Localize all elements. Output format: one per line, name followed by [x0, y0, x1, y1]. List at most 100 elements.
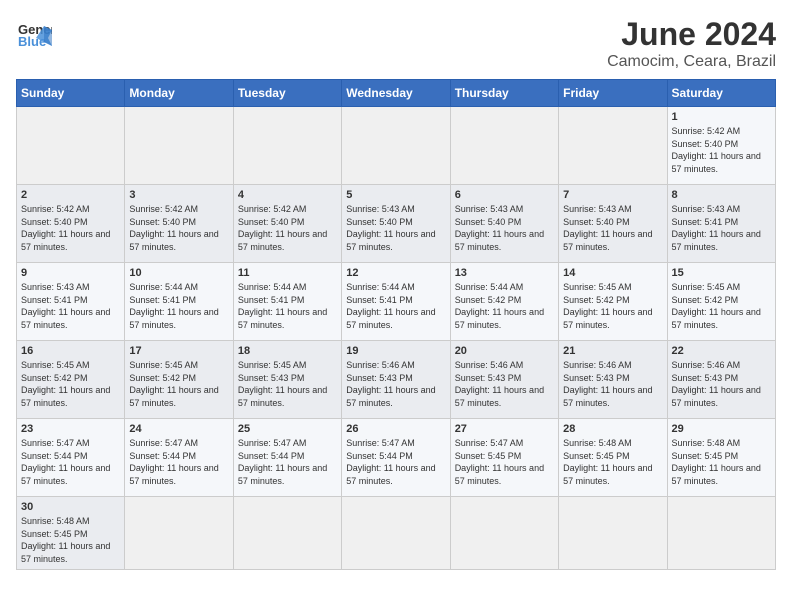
calendar-cell: 28Sunrise: 5:48 AMSunset: 5:45 PMDayligh… — [559, 419, 667, 497]
weekday-header-row: SundayMondayTuesdayWednesdayThursdayFrid… — [17, 80, 776, 107]
day-number: 17 — [129, 345, 228, 357]
day-number: 21 — [563, 345, 662, 357]
day-info: Sunrise: 5:46 AMSunset: 5:43 PMDaylight:… — [672, 359, 771, 409]
day-number: 4 — [238, 189, 337, 201]
day-number: 5 — [346, 189, 445, 201]
calendar-week-row: 16 Sunrise: 5:45 AMSunset: 5:42 PMDayligh… — [17, 341, 776, 419]
calendar-table: SundayMondayTuesdayWednesdayThursdayFrid… — [16, 79, 776, 570]
day-number: 14 — [563, 267, 662, 279]
weekday-header-sunday: Sunday — [17, 80, 125, 107]
calendar-cell: 4 Sunrise: 5:42 AMSunset: 5:40 PMDaylight… — [233, 185, 341, 263]
weekday-header-tuesday: Tuesday — [233, 80, 341, 107]
calendar-cell — [342, 497, 450, 570]
calendar-subtitle: Camocim, Ceara, Brazil — [607, 53, 776, 71]
calendar-cell: 8 Sunrise: 5:43 AMSunset: 5:41 PMDaylight… — [667, 185, 775, 263]
calendar-cell — [233, 107, 341, 185]
calendar-cell — [17, 107, 125, 185]
calendar-cell: 3 Sunrise: 5:42 AMSunset: 5:40 PMDaylight… — [125, 185, 233, 263]
calendar-cell: 10 Sunrise: 5:44 AMSunset: 5:41 PMDayligh… — [125, 263, 233, 341]
calendar-week-row: 9 Sunrise: 5:43 AMSunset: 5:41 PMDaylight… — [17, 263, 776, 341]
day-number: 8 — [672, 189, 771, 201]
day-number: 7 — [563, 189, 662, 201]
weekday-header-saturday: Saturday — [667, 80, 775, 107]
day-number: 3 — [129, 189, 228, 201]
day-number: 9 — [21, 267, 120, 279]
day-info: Sunrise: 5:47 AMSunset: 5:44 PMDaylight:… — [21, 437, 120, 487]
calendar-cell — [559, 107, 667, 185]
day-number: 22 — [672, 345, 771, 357]
day-number: 19 — [346, 345, 445, 357]
weekday-header-wednesday: Wednesday — [342, 80, 450, 107]
day-number: 30 — [21, 501, 120, 513]
header-area: General Blue June 2024 Camocim, Ceara, B… — [16, 16, 776, 71]
calendar-cell — [233, 497, 341, 570]
day-info: Sunrise: 5:42 AMSunset: 5:40 PMDaylight:… — [238, 203, 337, 253]
calendar-cell: 26Sunrise: 5:47 AMSunset: 5:44 PMDayligh… — [342, 419, 450, 497]
calendar-page: General Blue June 2024 Camocim, Ceara, B… — [0, 0, 792, 586]
day-info: Sunrise: 5:46 AMSunset: 5:43 PMDaylight:… — [455, 359, 554, 409]
day-info: Sunrise: 5:45 AMSunset: 5:42 PMDaylight:… — [129, 359, 228, 409]
calendar-cell: 29Sunrise: 5:48 AMSunset: 5:45 PMDayligh… — [667, 419, 775, 497]
day-number: 24 — [129, 423, 228, 435]
calendar-cell: 20Sunrise: 5:46 AMSunset: 5:43 PMDayligh… — [450, 341, 558, 419]
calendar-week-row: 23 Sunrise: 5:47 AMSunset: 5:44 PMDayligh… — [17, 419, 776, 497]
logo: General Blue — [16, 16, 52, 52]
calendar-cell — [342, 107, 450, 185]
calendar-cell — [450, 107, 558, 185]
calendar-cell: 1 Sunrise: 5:42 AMSunset: 5:40 PMDaylight… — [667, 107, 775, 185]
calendar-cell — [667, 497, 775, 570]
calendar-cell: 7Sunrise: 5:43 AMSunset: 5:40 PMDaylight… — [559, 185, 667, 263]
weekday-header-monday: Monday — [125, 80, 233, 107]
day-info: Sunrise: 5:43 AMSunset: 5:41 PMDaylight:… — [672, 203, 771, 253]
calendar-cell: 27Sunrise: 5:47 AMSunset: 5:45 PMDayligh… — [450, 419, 558, 497]
day-info: Sunrise: 5:42 AMSunset: 5:40 PMDaylight:… — [672, 125, 771, 175]
day-info: Sunrise: 5:43 AMSunset: 5:40 PMDaylight:… — [346, 203, 445, 253]
day-number: 25 — [238, 423, 337, 435]
day-number: 23 — [21, 423, 120, 435]
day-number: 16 — [21, 345, 120, 357]
day-info: Sunrise: 5:45 AMSunset: 5:42 PMDaylight:… — [21, 359, 120, 409]
calendar-week-row: 2 Sunrise: 5:42 AMSunset: 5:40 PMDaylight… — [17, 185, 776, 263]
day-info: Sunrise: 5:48 AMSunset: 5:45 PMDaylight:… — [21, 515, 120, 565]
calendar-cell — [559, 497, 667, 570]
calendar-cell: 13 Sunrise: 5:44 AMSunset: 5:42 PMDayligh… — [450, 263, 558, 341]
day-info: Sunrise: 5:42 AMSunset: 5:40 PMDaylight:… — [129, 203, 228, 253]
day-info: Sunrise: 5:45 AMSunset: 5:42 PMDaylight:… — [672, 281, 771, 331]
day-number: 15 — [672, 267, 771, 279]
calendar-cell: 11Sunrise: 5:44 AMSunset: 5:41 PMDayligh… — [233, 263, 341, 341]
calendar-cell — [450, 497, 558, 570]
day-number: 10 — [129, 267, 228, 279]
calendar-cell: 9 Sunrise: 5:43 AMSunset: 5:41 PMDaylight… — [17, 263, 125, 341]
calendar-title: June 2024 — [607, 16, 776, 53]
calendar-cell: 2Sunrise: 5:42 AMSunset: 5:40 PMDaylight… — [17, 185, 125, 263]
day-info: Sunrise: 5:48 AMSunset: 5:45 PMDaylight:… — [563, 437, 662, 487]
day-info: Sunrise: 5:45 AMSunset: 5:43 PMDaylight:… — [238, 359, 337, 409]
day-number: 13 — [455, 267, 554, 279]
title-area: June 2024 Camocim, Ceara, Brazil — [607, 16, 776, 71]
day-info: Sunrise: 5:44 AMSunset: 5:41 PMDaylight:… — [129, 281, 228, 331]
calendar-cell: 16 Sunrise: 5:45 AMSunset: 5:42 PMDayligh… — [17, 341, 125, 419]
day-number: 1 — [672, 111, 771, 123]
calendar-cell: 19 Sunrise: 5:46 AMSunset: 5:43 PMDayligh… — [342, 341, 450, 419]
day-info: Sunrise: 5:44 AMSunset: 5:41 PMDaylight:… — [238, 281, 337, 331]
day-info: Sunrise: 5:47 AMSunset: 5:44 PMDaylight:… — [238, 437, 337, 487]
day-info: Sunrise: 5:46 AMSunset: 5:43 PMDaylight:… — [563, 359, 662, 409]
logo-icon: General Blue — [16, 16, 52, 52]
calendar-cell: 22 Sunrise: 5:46 AMSunset: 5:43 PMDayligh… — [667, 341, 775, 419]
day-number: 2 — [21, 189, 120, 201]
day-info: Sunrise: 5:43 AMSunset: 5:41 PMDaylight:… — [21, 281, 120, 331]
calendar-cell: 5 Sunrise: 5:43 AMSunset: 5:40 PMDaylight… — [342, 185, 450, 263]
calendar-week-row: 1 Sunrise: 5:42 AMSunset: 5:40 PMDaylight… — [17, 107, 776, 185]
day-info: Sunrise: 5:47 AMSunset: 5:44 PMDaylight:… — [346, 437, 445, 487]
calendar-cell: 21 Sunrise: 5:46 AMSunset: 5:43 PMDayligh… — [559, 341, 667, 419]
calendar-cell: 18Sunrise: 5:45 AMSunset: 5:43 PMDayligh… — [233, 341, 341, 419]
day-info: Sunrise: 5:48 AMSunset: 5:45 PMDaylight:… — [672, 437, 771, 487]
day-info: Sunrise: 5:44 AMSunset: 5:42 PMDaylight:… — [455, 281, 554, 331]
calendar-cell: 6Sunrise: 5:43 AMSunset: 5:40 PMDaylight… — [450, 185, 558, 263]
day-number: 6 — [455, 189, 554, 201]
day-number: 27 — [455, 423, 554, 435]
calendar-cell: 30 Sunrise: 5:48 AMSunset: 5:45 PMDayligh… — [17, 497, 125, 570]
weekday-header-friday: Friday — [559, 80, 667, 107]
day-info: Sunrise: 5:46 AMSunset: 5:43 PMDaylight:… — [346, 359, 445, 409]
day-info: Sunrise: 5:45 AMSunset: 5:42 PMDaylight:… — [563, 281, 662, 331]
